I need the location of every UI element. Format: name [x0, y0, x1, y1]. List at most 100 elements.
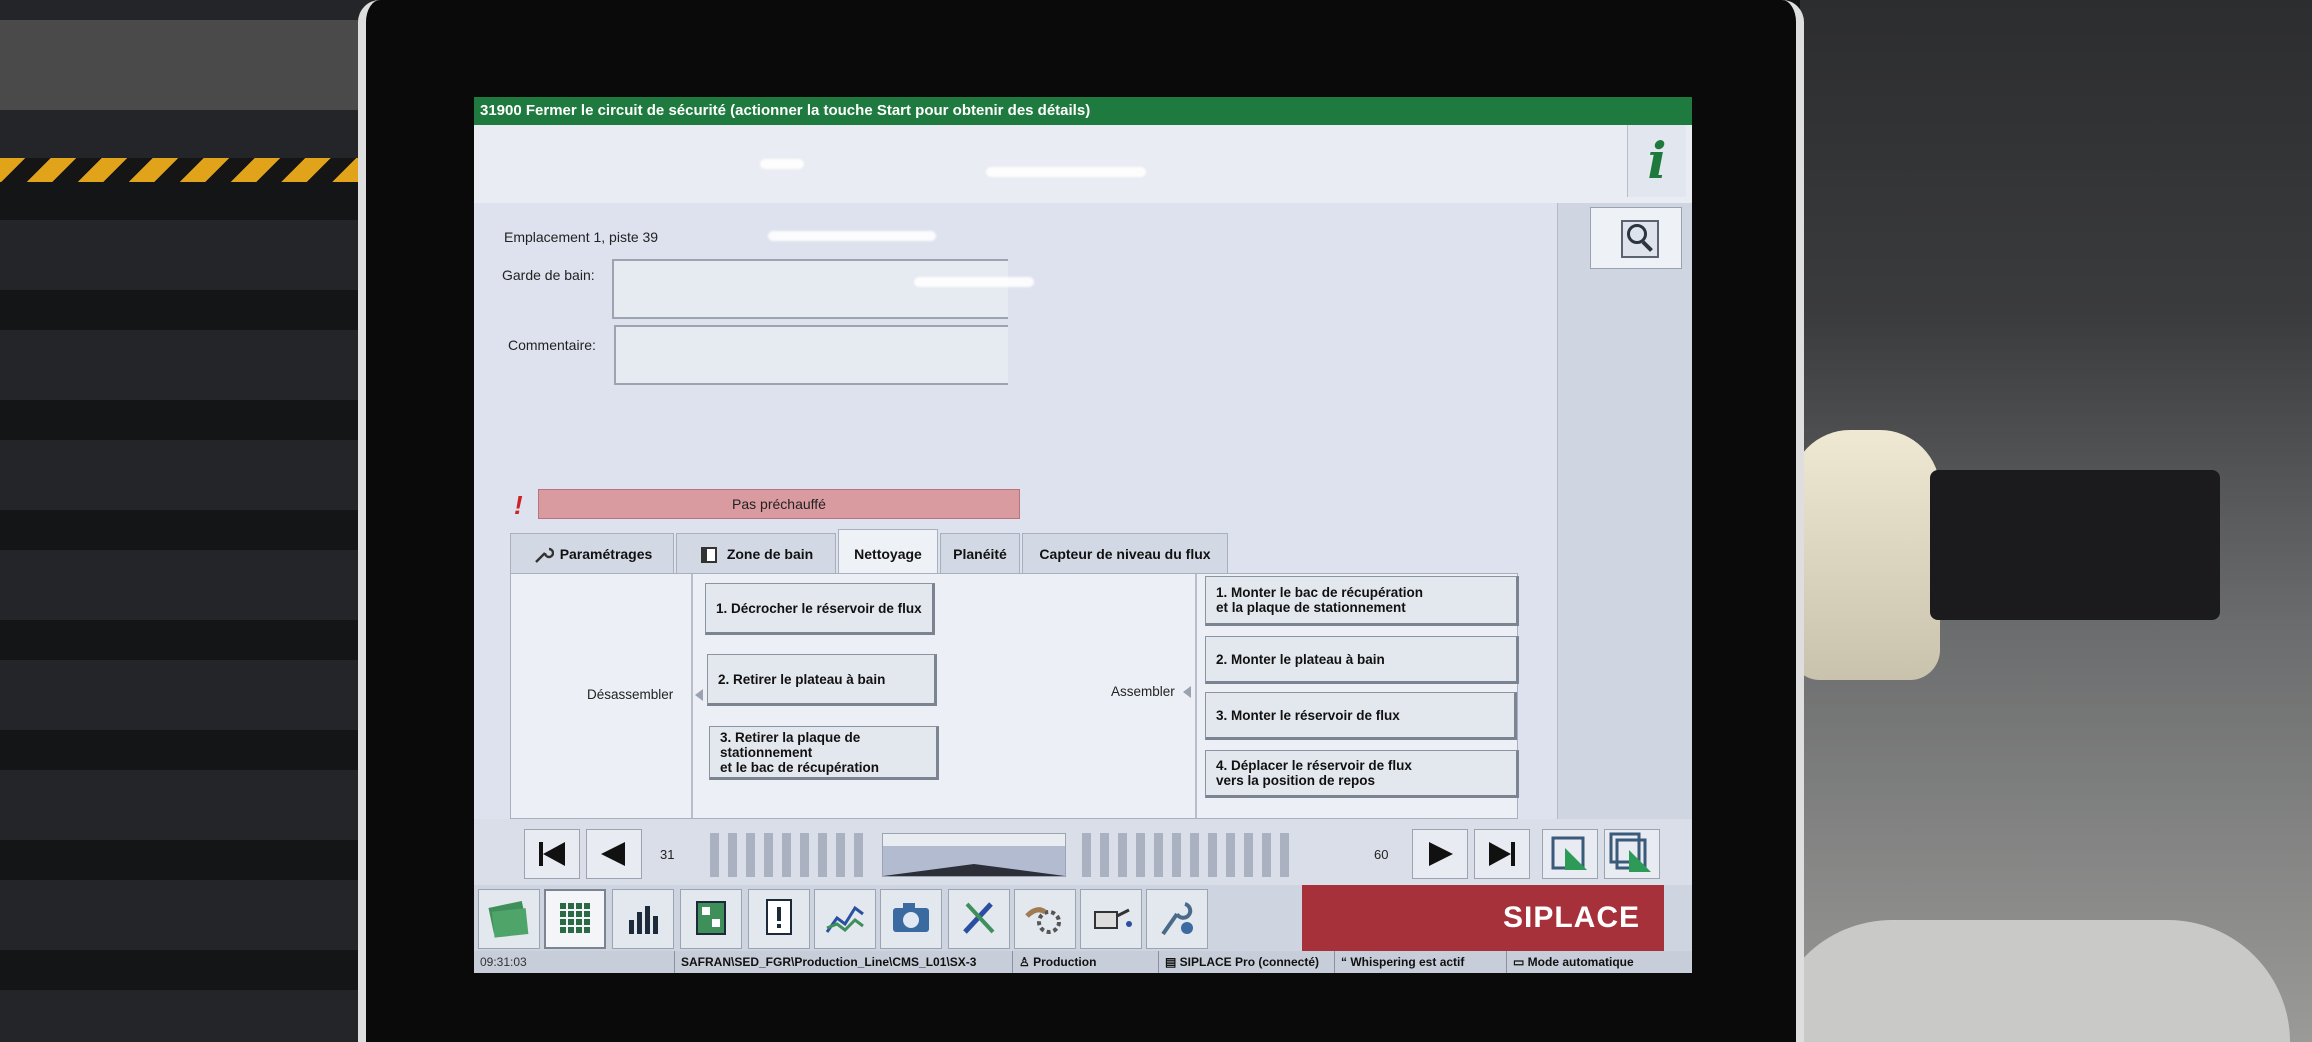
slider-tick [818, 833, 827, 877]
camera-button[interactable] [880, 889, 942, 949]
tab-label: Paramétrages [559, 546, 653, 562]
assemble-arrow-icon [1183, 686, 1191, 698]
auto-mode-status: ▭ Mode automatique [1506, 951, 1692, 973]
tab-label: Zone de bain [726, 546, 814, 562]
slider-tick [1244, 833, 1253, 877]
production-mode: ♙ Production [1012, 951, 1158, 973]
tab-nettoyage[interactable]: Nettoyage [838, 529, 938, 573]
slider-tick [1082, 833, 1091, 877]
line-path: SAFRAN\SED_FGR\Production_Line\CMS_L01\S… [674, 951, 1012, 973]
export-button[interactable] [1542, 829, 1598, 879]
slider-tick [800, 833, 809, 877]
previous-button[interactable] [586, 829, 642, 879]
first-page-button[interactable] [524, 829, 580, 879]
tab-parametrages[interactable]: Paramétrages [510, 533, 674, 573]
info-strip [474, 125, 1692, 203]
magnifier-button[interactable] [1590, 207, 1682, 269]
assemble-step-3-button[interactable]: 3. Monter le réservoir de flux [1205, 692, 1517, 740]
range-start: 31 [660, 847, 675, 862]
server-icon: ▤ [1165, 955, 1180, 969]
slider-tick [782, 833, 791, 877]
comment-field[interactable] [614, 325, 1008, 385]
settings-button[interactable] [1014, 889, 1076, 949]
slider-tick [1154, 833, 1163, 877]
machine-label-strip [0, 20, 360, 110]
banknotes-icon [488, 900, 529, 938]
position-slider[interactable] [710, 833, 1290, 877]
keyboard [1930, 470, 2220, 620]
slider-tick [746, 833, 755, 877]
slider-tick [1208, 833, 1217, 877]
slider-fill [883, 846, 1065, 876]
trend-button[interactable] [814, 889, 876, 949]
bain-field[interactable] [612, 259, 1008, 319]
slider-tick [1280, 833, 1289, 877]
main-toolbar: SIPLACE [474, 885, 1692, 951]
layout-button[interactable] [680, 889, 742, 949]
tools-button[interactable] [948, 889, 1010, 949]
skip-last-icon [1489, 842, 1515, 866]
slider-thumb[interactable] [882, 833, 1066, 877]
assemble-step-1-button[interactable]: 1. Monter le bac de récupération et la p… [1205, 576, 1519, 626]
comment-label: Commentaire: [508, 337, 596, 353]
board-icon [696, 901, 726, 935]
line-chart-icon [825, 905, 864, 933]
messages-button[interactable] [748, 889, 810, 949]
disassemble-step-1-button[interactable]: 1. Décrocher le réservoir de flux [705, 583, 935, 635]
status-message: Pas préchauffé [538, 489, 1020, 519]
wrench-person-icon [1161, 902, 1193, 936]
service-button[interactable] [1146, 889, 1208, 949]
auto-mode-label: Mode automatique [1527, 955, 1634, 969]
tab-zone-de-bain[interactable]: Zone de bain [676, 533, 836, 573]
slider-tick [836, 833, 845, 877]
whisper-status: “ Whispering est actif [1334, 951, 1506, 973]
next-button[interactable] [1412, 829, 1468, 879]
bar-chart-icon [629, 906, 658, 934]
clock: 09:31:03 [480, 955, 527, 969]
oil-button[interactable] [1080, 889, 1142, 949]
skip-first-icon [539, 842, 565, 866]
last-page-button[interactable] [1474, 829, 1530, 879]
money-icon-button[interactable] [478, 889, 540, 949]
divider [1195, 574, 1197, 818]
grid-icon [560, 903, 590, 933]
grid-view-button[interactable] [544, 889, 606, 949]
siplace-logo: SIPLACE [1302, 885, 1664, 951]
warning-icon: ! [514, 490, 523, 520]
slider-tick [854, 833, 863, 877]
microscope [1790, 430, 1940, 680]
disassemble-arrow-icon [695, 689, 703, 701]
disassemble-label: Désassembler [587, 687, 674, 702]
slider-tick [1136, 833, 1145, 877]
side-column [1557, 203, 1692, 819]
range-end: 60 [1374, 847, 1389, 862]
camera-icon [893, 903, 929, 932]
background-machine-left [0, 0, 370, 1042]
glare [768, 231, 936, 241]
oil-can-icon [1094, 908, 1132, 929]
slider-tick [710, 833, 719, 877]
hand-gear-icon [1025, 907, 1061, 934]
warning-document-icon [766, 899, 792, 935]
tab-planeite[interactable]: Planéité [940, 533, 1020, 573]
connection-status: ▤ SIPLACE Pro (connecté) [1158, 951, 1334, 973]
status-line: 09:31:03 SAFRAN\SED_FGR\Production_Line\… [474, 951, 1692, 973]
disassemble-step-3-button[interactable]: 3. Retirer la plaque de stationnement et… [709, 726, 939, 780]
glare [760, 159, 804, 169]
assemble-step-4-button[interactable]: 4. Déplacer le réservoir de flux vers la… [1205, 750, 1519, 798]
statistics-button[interactable] [612, 889, 674, 949]
location-text: Emplacement 1, piste 39 [504, 229, 659, 245]
export-all-button[interactable] [1604, 829, 1660, 879]
green-arrow-icon [1551, 836, 1587, 870]
quote-icon: “ [1341, 955, 1351, 969]
nettoyage-panel: Désassembler 1. Décrocher le réservoir d… [510, 573, 1519, 819]
play-right-icon [1429, 842, 1453, 866]
mode-icon: ▭ [1513, 955, 1528, 969]
hmi-screen: 31900 Fermer le circuit de sécurité (act… [474, 97, 1692, 973]
glare [986, 167, 1146, 177]
disassemble-step-2-button[interactable]: 2. Retirer le plateau à bain [707, 654, 937, 706]
assemble-step-2-button[interactable]: 2. Monter le plateau à bain [1205, 636, 1519, 684]
tab-capteur-niveau-flux[interactable]: Capteur de niveau du flux [1022, 533, 1228, 573]
slider-tick [1172, 833, 1181, 877]
info-icon[interactable]: i [1627, 125, 1686, 197]
